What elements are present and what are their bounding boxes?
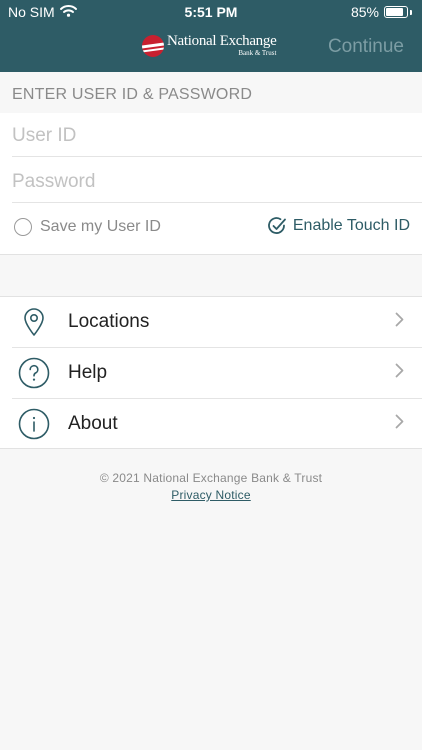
menu-list: Locations Help About [0,296,422,449]
enable-touch-id-toggle[interactable]: Enable Touch ID [267,216,410,236]
logo-mark-icon [142,34,164,57]
app-header: No SIM 5:51 PM 85% National Exchange Ban… [0,0,422,72]
copyright-text: © 2021 National Exchange Bank & Trust [99,471,323,485]
location-pin-icon [18,306,50,338]
status-bar: No SIM 5:51 PM 85% [0,0,422,24]
bank-logo: National Exchange Bank & Trust [142,33,277,57]
menu-item-locations[interactable]: Locations [0,297,422,347]
field-divider [12,202,422,203]
password-field[interactable]: Password [0,159,422,205]
user-id-field[interactable]: User ID [0,113,422,159]
enable-touch-id-label: Enable Touch ID [292,217,410,234]
save-user-id-radio[interactable] [14,218,32,236]
battery-percent: 85% [350,4,379,20]
save-user-id-label: Save my User ID [40,218,161,235]
menu-item-label: Locations [68,311,150,332]
login-form: User ID Password Save my User ID Enable … [0,113,422,255]
logo-subtitle: Bank & Trust [238,49,277,57]
chevron-right-icon [395,414,404,434]
footer: © 2021 National Exchange Bank & Trust Pr… [0,471,422,502]
battery-icon [384,6,408,18]
battery-cap [410,9,412,15]
menu-item-help[interactable]: Help [0,348,422,398]
menu-item-about[interactable]: About [0,399,422,449]
field-divider [12,156,422,157]
logo-text: National Exchange Bank & Trust [167,33,277,57]
save-user-id-toggle[interactable]: Save my User ID [14,218,161,236]
privacy-notice-link[interactable]: Privacy Notice [0,488,422,502]
chevron-right-icon [395,363,404,383]
menu-item-label: Help [68,362,108,383]
question-icon [18,357,50,389]
menu-item-label: About [68,413,118,434]
continue-button[interactable]: Continue [328,36,404,58]
login-section-label: ENTER USER ID & PASSWORD [12,86,253,103]
check-circle-icon [268,217,286,234]
chevron-right-icon [395,312,404,332]
logo-name: National Exchange [167,33,277,49]
status-right: 85% [351,4,412,20]
battery-fill [386,8,403,16]
info-icon [18,408,50,440]
